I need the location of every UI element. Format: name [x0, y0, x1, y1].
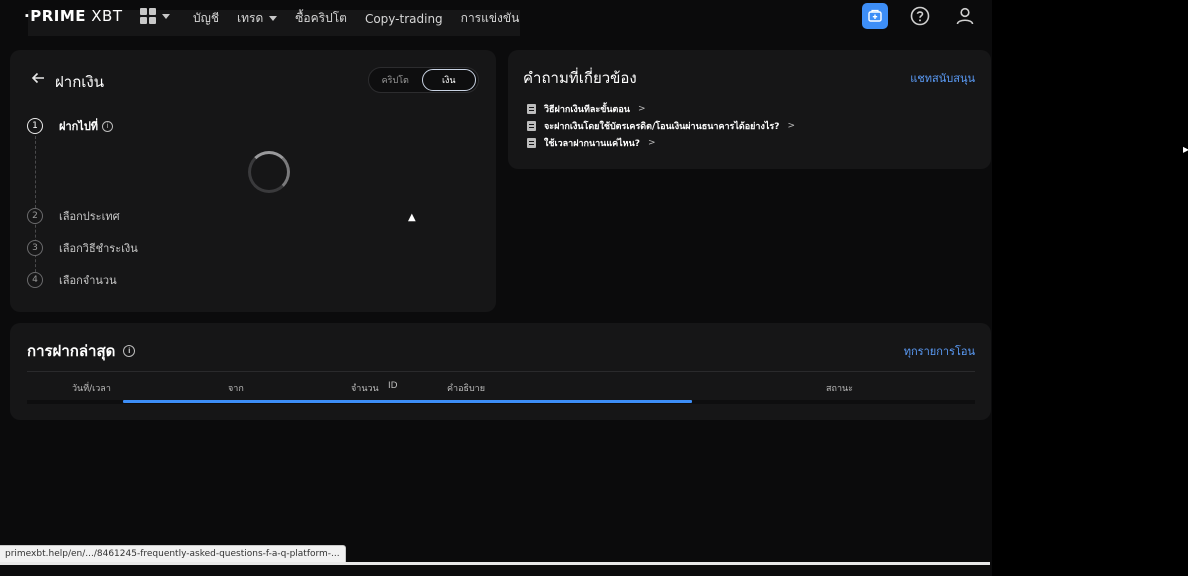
step-label: เลือกวิธีชำระเงิน — [59, 242, 138, 255]
chevron-right-icon: > — [637, 103, 646, 114]
chevron-down-icon — [269, 16, 278, 21]
deposit-panel: ฝากเงิน คริปโต เงิน 1 ฝากไปที่ i ▲ 2 เลื… — [10, 50, 496, 312]
wallet-plus-icon — [868, 9, 882, 22]
scrollbar-thumb[interactable] — [123, 400, 692, 403]
logo-second: XBT — [86, 7, 123, 25]
faq-item[interactable]: วิธีฝากเงินทีละขั้นตอน > — [527, 100, 795, 117]
logo-main: ·PRIME — [24, 7, 86, 25]
logo[interactable]: ·PRIME XBT — [24, 7, 123, 25]
crypto-fiat-toggle: คริปโต เงิน — [368, 67, 479, 93]
step-select-payment-method[interactable]: 3 เลือกวิธีชำระเงิน — [27, 239, 138, 257]
column-header-date: วันที่/เวลา — [72, 384, 111, 394]
faq-panel: คำถามที่เกี่ยวข้อง แชทสนับสนุน วิธีฝากเง… — [508, 50, 991, 169]
nav-item-copy-trading[interactable]: Copy-trading — [365, 12, 443, 26]
recent-deposits-panel: การฝากล่าสุด i ทุกรายการโอน วันที่/เวลา … — [10, 323, 991, 420]
page-title: ฝากเงิน — [55, 73, 104, 91]
faq-item-label: วิธีฝากเงินทีละขั้นตอน — [544, 104, 630, 115]
mouse-cursor-icon: ▲ — [408, 212, 416, 223]
nav-label: บัญชี — [193, 11, 219, 25]
toggle-crypto[interactable]: คริปโต — [369, 69, 422, 91]
apps-menu-button[interactable] — [140, 8, 170, 24]
top-bar: ·PRIME XBT บัญชี เทรด ซื้อคริปโต Copy-tr… — [0, 0, 992, 36]
deposit-button[interactable] — [862, 3, 888, 29]
support-chat-link[interactable]: แชทสนับสนุน — [910, 69, 975, 87]
bottom-divider — [0, 562, 990, 565]
recent-deposits-title: การฝากล่าสุด i — [27, 339, 136, 363]
app-window: ·PRIME XBT บัญชี เทรด ซื้อคริปโต Copy-tr… — [0, 0, 992, 576]
apps-grid-icon — [140, 8, 156, 24]
step-select-country[interactable]: 2 เลือกประเทศ — [27, 207, 120, 225]
step-label: เลือกประเทศ — [59, 210, 120, 223]
table-scrollbar[interactable] — [27, 400, 975, 404]
info-icon[interactable]: i — [102, 120, 114, 132]
help-icon[interactable] — [909, 5, 931, 27]
all-transactions-link[interactable]: ทุกรายการโอน — [904, 342, 975, 360]
user-icon[interactable] — [954, 5, 976, 27]
nav-item-trade[interactable]: เทรด — [237, 9, 278, 28]
document-icon — [527, 137, 536, 148]
step-deposit-to[interactable]: 1 ฝากไปที่ i — [27, 117, 114, 135]
faq-item[interactable]: ใช้เวลาฝากนานแค่ไหน? > — [527, 134, 795, 151]
faq-item[interactable]: จะฝากเงินโดยใช้บัตรเครดิต/โอนเงินผ่านธนา… — [527, 117, 795, 134]
step-number: 3 — [27, 240, 43, 256]
loading-spinner — [248, 151, 290, 193]
faq-title: คำถามที่เกี่ยวข้อง — [523, 69, 637, 87]
nav-item-buy-crypto[interactable]: ซื้อคริปโต — [295, 9, 347, 28]
chevron-down-icon — [162, 13, 170, 19]
step-label: เลือกจำนวน — [59, 274, 117, 287]
info-icon[interactable]: i — [123, 345, 136, 357]
document-icon — [527, 103, 536, 114]
column-header-from: จาก — [228, 384, 244, 394]
nav-label: ซื้อคริปโต — [295, 11, 347, 25]
right-gutter — [992, 0, 1188, 576]
nav-label: Copy-trading — [364, 11, 443, 26]
step-select-amount[interactable]: 4 เลือกจำนวน — [27, 271, 117, 289]
table-header: วันที่/เวลา จาก จำนวน ID คำอธิบาย สถานะ — [27, 371, 975, 401]
step-label: ฝากไปที่ — [59, 120, 99, 133]
column-header-status: สถานะ — [826, 384, 853, 394]
column-header-id: ID — [388, 381, 398, 391]
chevron-right-icon: > — [648, 137, 656, 148]
step-number: 1 — [27, 118, 43, 134]
recent-title-text: การฝากล่าสุด — [27, 342, 116, 360]
nav-label: เทรด — [237, 11, 264, 25]
column-header-description: คำอธิบาย — [447, 384, 486, 394]
toggle-fiat[interactable]: เงิน — [421, 69, 476, 91]
column-header-amount: จำนวน — [351, 384, 379, 394]
step-number: 2 — [27, 208, 43, 224]
status-bar-url: primexbt.help/en/.../8461245-frequently-… — [0, 545, 346, 563]
faq-item-label: ใช้เวลาฝากนานแค่ไหน? — [544, 138, 640, 149]
back-arrow-icon[interactable] — [30, 70, 46, 86]
mouse-cursor-icon: ▸ — [1183, 142, 1188, 156]
nav-label: การแข่งขัน — [460, 11, 520, 25]
step-number: 4 — [27, 272, 43, 288]
nav-item-account[interactable]: บัญชี — [193, 9, 219, 28]
faq-item-label: จะฝากเงินโดยใช้บัตรเครดิต/โอนเงินผ่านธนา… — [544, 121, 780, 132]
nav-item-competitions[interactable]: การแข่งขัน — [461, 9, 520, 28]
main-nav: บัญชี เทรด ซื้อคริปโต Copy-trading การแข… — [193, 9, 537, 28]
faq-list: วิธีฝากเงินทีละขั้นตอน > จะฝากเงินโดยใช้… — [527, 100, 795, 151]
chevron-right-icon: > — [787, 120, 795, 131]
document-icon — [527, 120, 536, 131]
